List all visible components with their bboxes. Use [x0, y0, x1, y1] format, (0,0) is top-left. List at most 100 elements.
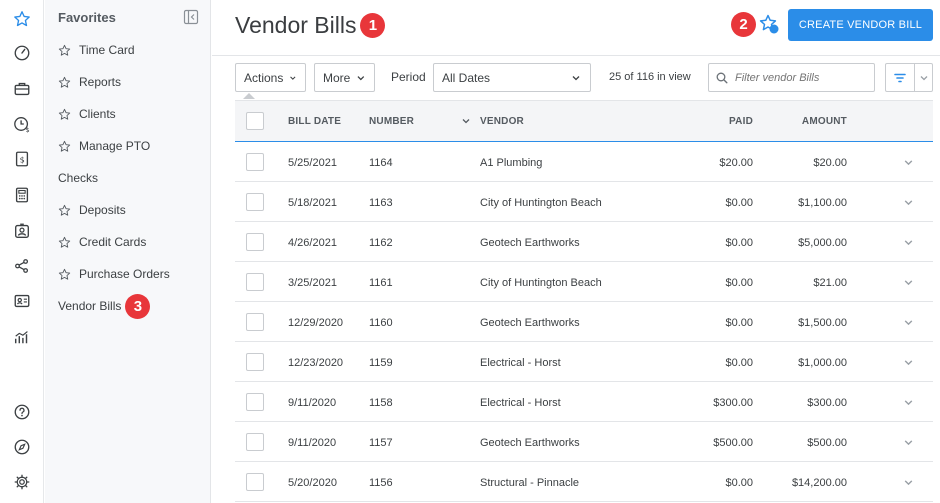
cell-vendor: A1 Plumbing — [480, 157, 543, 169]
star-outline-icon[interactable] — [58, 268, 71, 281]
cell-amount: $14,200.00 — [791, 477, 847, 489]
star-outline-icon[interactable] — [58, 76, 71, 89]
filter-button[interactable] — [885, 63, 915, 92]
cell-amount: $21.00 — [813, 277, 847, 289]
sidebar-item-credit-cards[interactable]: Credit Cards — [58, 232, 146, 252]
callout-badge-3: 3 — [125, 293, 151, 319]
share-network-icon[interactable] — [11, 255, 33, 277]
table-row[interactable]: 5/18/2021 1163 City of Huntington Beach $0.… — [235, 182, 933, 222]
expand-row-chevron-icon[interactable] — [903, 237, 914, 248]
sidebar-item-label: Vendor Bills — [58, 299, 122, 313]
row-checkbox[interactable] — [246, 233, 264, 251]
sidebar-item-purchase-orders[interactable]: Purchase Orders — [58, 264, 170, 284]
calculator-icon[interactable] — [11, 184, 33, 206]
sidebar-item-label: Credit Cards — [79, 235, 147, 249]
expand-row-chevron-icon[interactable] — [903, 437, 914, 448]
table-row[interactable]: 3/25/2021 1161 City of Huntington Beach $0.… — [235, 262, 933, 302]
row-checkbox[interactable] — [246, 433, 264, 451]
table-row[interactable]: 5/20/2020 1156 Structural - Pinnacle $0.00 $… — [235, 462, 933, 502]
sidebar-item-deposits[interactable]: Deposits — [58, 200, 126, 220]
expand-row-chevron-icon[interactable] — [903, 317, 914, 328]
collapse-sidebar-icon[interactable] — [183, 9, 199, 25]
row-checkbox[interactable] — [246, 353, 264, 371]
col-vendor[interactable]: VENDOR — [480, 116, 524, 127]
callout-badge-1: 1 — [360, 13, 386, 38]
more-dropdown[interactable]: More — [314, 63, 375, 92]
star-icon[interactable] — [11, 8, 33, 30]
actions-dropdown[interactable]: Actions — [235, 63, 306, 92]
table-row[interactable]: 9/11/2020 1157 Geotech Earthworks $500.00 $5… — [235, 422, 933, 462]
cell-paid: $0.00 — [725, 357, 753, 369]
star-outline-icon[interactable] — [58, 236, 71, 249]
row-checkbox[interactable] — [246, 193, 264, 211]
divider — [212, 55, 940, 56]
expand-row-chevron-icon[interactable] — [903, 397, 914, 408]
cell-vendor: Geotech Earthworks — [480, 317, 580, 329]
col-bill-date[interactable]: BILL DATE — [288, 116, 341, 127]
cell-vendor: Electrical - Horst — [480, 397, 561, 409]
col-amount[interactable]: AMOUNT — [787, 116, 847, 127]
filter-search-box[interactable] — [708, 63, 875, 92]
filter-lines-icon — [894, 73, 906, 82]
cell-amount: $20.00 — [813, 157, 847, 169]
period-label: Period — [391, 70, 426, 84]
filter-input[interactable] — [735, 71, 865, 84]
sidebar-item-clients[interactable]: Clients — [58, 104, 116, 124]
analytics-chart-icon[interactable] — [11, 326, 33, 348]
star-outline-icon[interactable] — [58, 44, 71, 57]
cell-vendor: Electrical - Horst — [480, 357, 561, 369]
star-outline-icon[interactable] — [58, 108, 71, 121]
sort-chevron-down-icon[interactable] — [461, 116, 471, 126]
row-checkbox[interactable] — [246, 273, 264, 291]
table-row[interactable]: 9/11/2020 1158 Electrical - Horst $300.00 $3… — [235, 382, 933, 422]
id-card-icon[interactable] — [11, 290, 33, 312]
expand-row-chevron-icon[interactable] — [903, 197, 914, 208]
cell-vendor: Geotech Earthworks — [480, 437, 580, 449]
contact-badge-icon[interactable] — [11, 220, 33, 242]
sidebar-item-label: Time Card — [79, 43, 135, 57]
sidebar-item-vendor-bills[interactable]: Vendor Bills 3 — [58, 293, 151, 319]
row-checkbox[interactable] — [246, 313, 264, 331]
sidebar-item-time-card[interactable]: Time Card — [58, 40, 135, 60]
star-outline-icon[interactable] — [58, 204, 71, 217]
sidebar-item-reports[interactable]: Reports — [58, 72, 121, 92]
filter-options-dropdown[interactable] — [914, 63, 933, 92]
cell-paid: $20.00 — [719, 157, 753, 169]
add-favorite-star-icon[interactable] — [758, 13, 780, 35]
row-checkbox[interactable] — [246, 393, 264, 411]
period-select[interactable]: All Dates — [433, 63, 591, 92]
col-paid[interactable]: PAID — [705, 116, 753, 127]
cell-number: 1163 — [369, 197, 393, 209]
cell-bill-date: 12/29/2020 — [288, 317, 344, 329]
table-row[interactable]: 4/26/2021 1162 Geotech Earthworks $0.00 $5,0… — [235, 222, 933, 262]
table-row[interactable]: 12/23/2020 1159 Electrical - Horst $0.00 $1,… — [235, 342, 933, 382]
expand-row-chevron-icon[interactable] — [903, 477, 914, 488]
star-outline-icon[interactable] — [58, 140, 71, 153]
expand-row-chevron-icon[interactable] — [903, 157, 914, 168]
settings-gear-icon[interactable] — [11, 471, 33, 493]
row-checkbox[interactable] — [246, 153, 264, 171]
cell-paid: $0.00 — [725, 477, 753, 489]
sidebar-item-label: Purchase Orders — [79, 267, 170, 281]
cell-bill-date: 5/18/2021 — [288, 197, 337, 209]
table-body: 5/25/2021 1164 A1 Plumbing $20.00 $20.00 5/18… — [235, 142, 933, 502]
sidebar-item-checks[interactable]: Checks — [58, 168, 98, 188]
col-number[interactable]: NUMBER — [369, 116, 414, 127]
expand-row-chevron-icon[interactable] — [903, 277, 914, 288]
cell-vendor: Structural - Pinnacle — [480, 477, 580, 489]
create-vendor-bill-button[interactable]: CREATE VENDOR BILL — [788, 9, 933, 41]
dashboard-gauge-icon[interactable] — [11, 42, 33, 64]
invoice-dollar-icon[interactable]: $ — [11, 148, 33, 170]
briefcase-icon[interactable] — [11, 78, 33, 100]
icon-rail: $ $ — [0, 0, 44, 503]
table-row[interactable]: 12/29/2020 1160 Geotech Earthworks $0.00 $1,… — [235, 302, 933, 342]
table-row[interactable]: 5/25/2021 1164 A1 Plumbing $20.00 $20.00 — [235, 142, 933, 182]
sidebar-item-manage-pto[interactable]: Manage PTO — [58, 136, 150, 156]
expand-row-chevron-icon[interactable] — [903, 357, 914, 368]
clock-dollar-icon[interactable]: $ — [11, 113, 33, 135]
select-all-checkbox[interactable] — [246, 112, 264, 130]
cell-number: 1159 — [369, 357, 393, 369]
row-checkbox[interactable] — [246, 473, 264, 491]
help-icon[interactable] — [11, 401, 33, 423]
compass-icon[interactable] — [11, 436, 33, 458]
